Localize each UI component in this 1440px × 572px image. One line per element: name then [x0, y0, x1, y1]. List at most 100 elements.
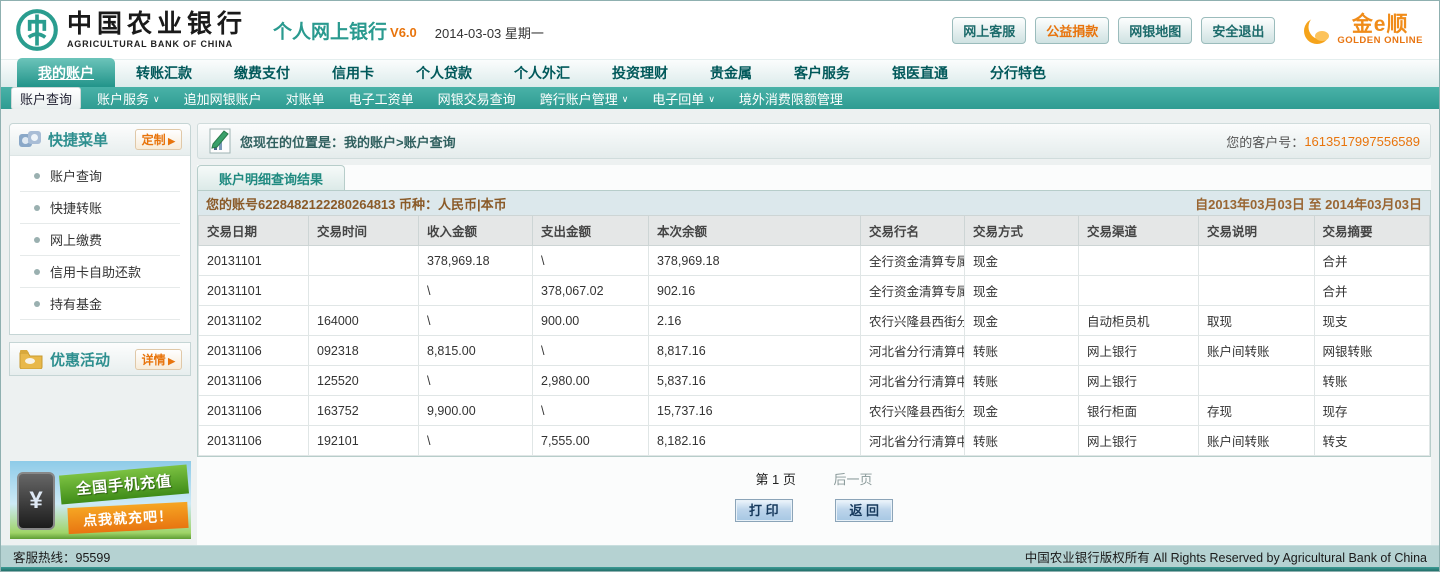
details-button[interactable]: 详情 ▶ — [134, 348, 182, 370]
subnav-item[interactable]: 追加网银账户 — [172, 89, 274, 108]
pagination: 第 1 页 后一页 — [197, 469, 1431, 488]
cell-method: 现金 — [964, 275, 1079, 306]
hotline-number: 95599 — [75, 551, 111, 565]
subnav-item[interactable]: 网银交易查询 — [426, 89, 528, 108]
bank-name-en: AGRICULTURAL BANK OF CHINA — [67, 38, 233, 49]
header-link-button[interactable]: 安全退出 — [1201, 16, 1276, 44]
quick-menu-item[interactable]: 账户查询 — [20, 160, 180, 192]
cell-branch: 河北省分行清算中心 — [860, 425, 965, 456]
cell-trade-time: 125520 — [308, 365, 419, 396]
hotline: 客服热线：95599 — [13, 547, 110, 566]
quick-menu-list: 账户查询 快捷转账 网上缴费 信用卡自助还款 持有基金 — [10, 156, 190, 334]
brand-name-cn: 金e顺 — [1351, 13, 1409, 36]
cell-summary: 现存 — [1313, 395, 1430, 426]
nav-tab[interactable]: 客户服务 — [773, 58, 871, 87]
subnav-item-label: 网银交易查询 — [437, 91, 516, 107]
cell-description: 账户间转账 — [1198, 335, 1315, 366]
subnav-item[interactable]: 账户查询 — [11, 86, 82, 110]
subnav-item[interactable]: 电子工资单 — [337, 89, 426, 108]
copyright: 中国农业银行版权所有 All Rights Reserved by Agricu… — [1025, 547, 1427, 566]
cell-expense: \ — [532, 245, 649, 276]
cell-income: \ — [418, 275, 533, 306]
header-link-button[interactable]: 公益捐款 — [1035, 16, 1110, 44]
cell-description: 存现 — [1198, 395, 1315, 426]
transactions-table: 交易日期 交易时间 收入金额 支出金额 本次余额 交易行名 交易方式 交易渠道 … — [198, 215, 1430, 456]
cell-method: 现金 — [964, 245, 1079, 276]
quick-menu-item-label: 网上缴费 — [50, 233, 103, 248]
nav-tab[interactable]: 贵金属 — [689, 58, 773, 87]
subnav-item-label: 追加网银账户 — [183, 91, 262, 107]
cell-trade-date: 20131106 — [198, 425, 309, 456]
bullet-icon — [34, 268, 40, 275]
cell-branch: 全行资金清算专属行部 — [860, 245, 965, 276]
yuan-symbol: ¥ — [29, 487, 43, 514]
subnav-item-label: 电子回单 — [652, 91, 705, 107]
subnav-item[interactable]: 境外消费限额管理 — [727, 89, 855, 108]
mobile-recharge-ad[interactable]: ¥ 全国手机充值 点我就充吧！ — [10, 461, 191, 539]
cell-description: 账户间转账 — [1198, 425, 1315, 456]
nav-tab[interactable]: 分行特色 — [969, 58, 1067, 87]
chevron-down-icon: ∨ — [153, 93, 160, 104]
main-section: 您现在的位置是：我的账户>账户查询 您的客户号： 161351799755658… — [197, 123, 1431, 545]
phone-icon: ¥ — [17, 472, 55, 530]
cell-balance: 902.16 — [648, 275, 861, 306]
account-label: 您的账号 — [206, 196, 259, 212]
cell-channel: 网上银行 — [1078, 425, 1199, 456]
cell-branch: 农行兴隆县西街分理处 — [860, 305, 965, 336]
cell-description — [1198, 275, 1315, 306]
tab-account-detail-result[interactable]: 账户明细查询结果 — [197, 165, 345, 190]
nav-tab[interactable]: 我的账户 — [17, 58, 115, 87]
quick-menu-item[interactable]: 网上缴费 — [20, 224, 180, 256]
table-row: 20131101 378,969.18 \ 378,969.18 全行资金清算专… — [198, 245, 1430, 276]
header-link-button[interactable]: 网上客服 — [952, 16, 1027, 44]
arrow-right-icon: ▶ — [165, 355, 175, 366]
header-link-button[interactable]: 网银地图 — [1118, 16, 1193, 44]
promo-box: 优惠活动 详情 ▶ — [9, 342, 191, 376]
cell-balance: 8,817.16 — [648, 335, 861, 366]
cell-expense: \ — [532, 335, 649, 366]
bullet-icon — [34, 172, 40, 179]
bottom-strip — [1, 567, 1439, 571]
header: 中国农业银行 AGRICULTURAL BANK OF CHINA 个人网上银行… — [1, 1, 1439, 59]
cell-trade-time — [308, 245, 419, 276]
back-button[interactable]: 返 回 — [835, 499, 894, 522]
cell-channel: 网上银行 — [1078, 365, 1199, 396]
nav-tab[interactable]: 个人外汇 — [493, 58, 591, 87]
nav-tab[interactable]: 银医直通 — [871, 58, 969, 87]
print-button[interactable]: 打 印 — [734, 499, 793, 522]
quick-menu-item-label: 快捷转账 — [50, 201, 103, 216]
subnav-item[interactable]: 跨行账户管理 ∨ — [528, 89, 641, 108]
subnav-item-label: 账户服务 — [97, 91, 150, 107]
subnav-item-label: 跨行账户管理 — [539, 91, 618, 107]
quick-menu-item[interactable]: 信用卡自助还款 — [20, 256, 180, 288]
cell-balance: 15,737.16 — [648, 395, 861, 426]
table-row: 20131102 164000 \ 900.00 2.16 农行兴隆县西街分理处… — [198, 305, 1430, 336]
cell-balance: 2.16 — [648, 305, 861, 336]
abc-logo-icon — [16, 9, 58, 51]
nav-tab[interactable]: 投资理财 — [591, 58, 689, 87]
nav-tab[interactable]: 缴费支付 — [213, 58, 311, 87]
subnav-item[interactable]: 对账单 — [274, 89, 337, 108]
quick-menu-item[interactable]: 快捷转账 — [20, 192, 180, 224]
nav-tab[interactable]: 转账汇款 — [115, 58, 213, 87]
nav-tab[interactable]: 个人贷款 — [395, 58, 493, 87]
brand-name-en: GOLDEN ONLINE — [1337, 35, 1423, 46]
page-indicator: 第 1 页 — [755, 472, 796, 487]
action-buttons: 打 印 返 回 — [197, 499, 1431, 522]
quick-menu-item[interactable]: 持有基金 — [20, 288, 180, 320]
currency-value: 人民币|本币 — [438, 196, 507, 212]
version-label: V6.0 — [390, 24, 417, 40]
main-nav: 我的账户 转账汇款 缴费支付 信用卡 个人贷款 个人外汇 投资理财 贵金属 客户… — [1, 58, 1439, 87]
cell-channel: 网上银行 — [1078, 335, 1199, 366]
chevron-down-icon: ∨ — [621, 93, 629, 104]
breadcrumb: 您现在的位置是：我的账户>账户查询 — [240, 134, 456, 150]
content-area: 快捷菜单 定制 ▶ 账户查询 快捷转账 网上缴费 信用卡自助还款 持有基金 优惠… — [1, 109, 1439, 545]
subnav-item[interactable]: 账户服务 ∨ — [85, 89, 172, 108]
column-header: 交易时间 — [308, 215, 419, 246]
table-row: 20131106 192101 \ 7,555.00 8,182.16 河北省分… — [198, 425, 1430, 456]
table-row: 20131106 092318 8,815.00 \ 8,817.16 河北省分… — [198, 335, 1430, 366]
customize-button[interactable]: 定制 ▶ — [134, 129, 182, 150]
subnav-item[interactable]: 电子回单 ∨ — [640, 89, 727, 108]
nav-tab[interactable]: 信用卡 — [311, 58, 395, 87]
next-page-link[interactable]: 后一页 — [834, 472, 873, 487]
